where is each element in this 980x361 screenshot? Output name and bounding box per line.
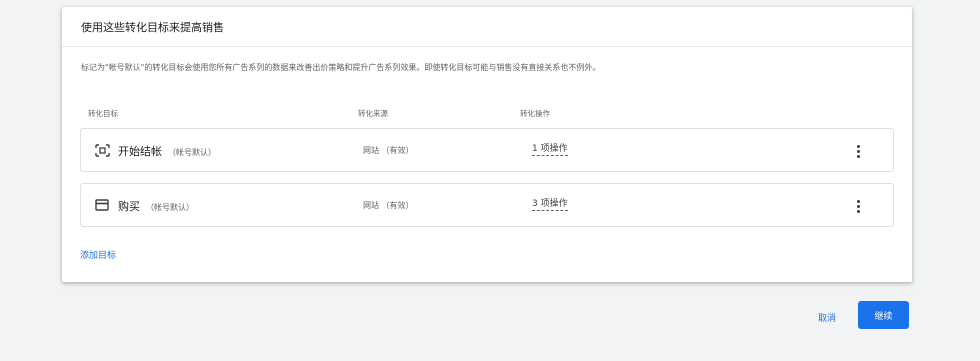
continue-button[interactable]: 继续 xyxy=(858,301,909,329)
goal-name-label: 购买 xyxy=(118,200,140,213)
goal-row-begin-checkout: 开始结帐 （帐号默认） 网站 （有效） 1 项操作 xyxy=(80,128,894,172)
cancel-button[interactable]: 取消 xyxy=(806,305,848,329)
account-default-tag: （帐号默认） xyxy=(146,203,194,212)
dialog-header: 使用这些转化目标来提高销售 xyxy=(62,7,912,47)
add-goal-link[interactable]: 添加目标 xyxy=(80,248,116,261)
goal-name-label: 开始结帐 xyxy=(118,145,162,158)
column-header-source: 转化来源 xyxy=(358,109,388,118)
goal-actions-link[interactable]: 3 项操作 xyxy=(532,199,568,211)
column-header-actions: 转化操作 xyxy=(520,109,550,118)
goal-actions-link[interactable]: 1 项操作 xyxy=(532,144,568,156)
goal-row-purchase: 购买 （帐号默认） 网站 （有效） 3 项操作 xyxy=(80,183,894,227)
dialog-title: 使用这些转化目标来提高销售 xyxy=(81,20,224,34)
goal-source: 网站 （有效） xyxy=(363,201,414,210)
dialog-description: 标记为"帐号默认"的转化目标会使用您所有广告系列的数据来改善出价策略和提升广告系… xyxy=(81,63,601,72)
goal-name: 购买 （帐号默认） xyxy=(118,198,194,214)
more-options-icon[interactable] xyxy=(853,142,863,160)
goal-name: 开始结帐 （帐号默认） xyxy=(118,143,216,159)
begin-checkout-icon xyxy=(94,142,110,158)
account-default-tag: （帐号默认） xyxy=(168,148,216,157)
column-header-goal: 转化目标 xyxy=(88,109,118,118)
goal-source: 网站 （有效） xyxy=(363,146,414,155)
conversion-goals-dialog: 使用这些转化目标来提高销售 标记为"帐号默认"的转化目标会使用您所有广告系列的数… xyxy=(62,7,912,282)
more-options-icon[interactable] xyxy=(853,197,863,215)
purchase-card-icon xyxy=(94,197,110,213)
